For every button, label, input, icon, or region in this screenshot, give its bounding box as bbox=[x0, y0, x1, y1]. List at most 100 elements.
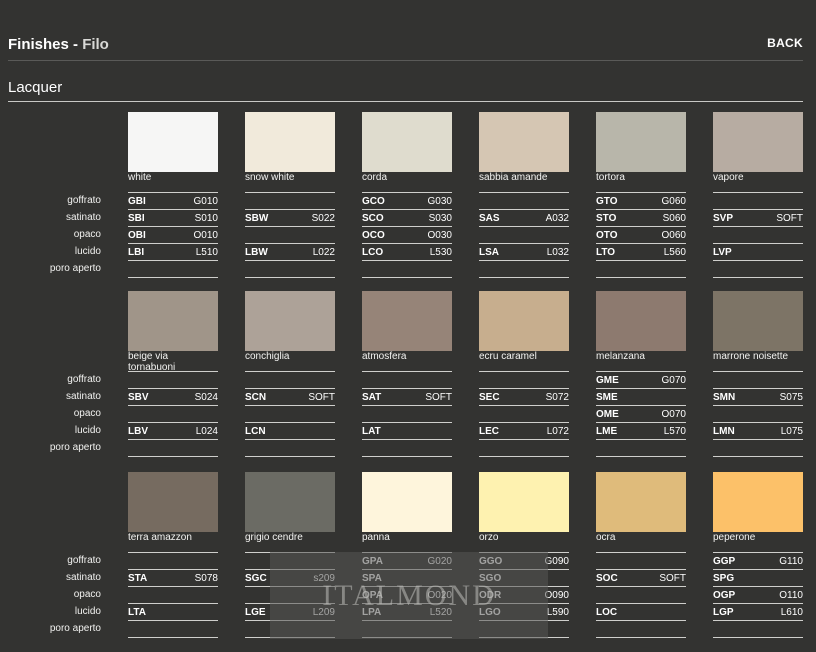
finish-row bbox=[596, 621, 686, 638]
finish-code: OTO bbox=[596, 230, 618, 241]
color-card: ecru caramel SEC S072 LEC L072 bbox=[479, 291, 569, 457]
finish-row: GGP G110 bbox=[713, 553, 803, 570]
finish-row bbox=[245, 440, 335, 457]
finish-code: LTA bbox=[128, 607, 146, 618]
finish-reference: O020 bbox=[427, 590, 452, 601]
finish-label: poro aperto bbox=[49, 263, 101, 274]
color-swatch[interactable] bbox=[362, 112, 452, 172]
color-swatch[interactable] bbox=[128, 112, 218, 172]
color-swatch[interactable] bbox=[362, 291, 452, 351]
finish-row bbox=[713, 193, 803, 210]
finish-row bbox=[245, 406, 335, 423]
finish-reference: S075 bbox=[779, 392, 803, 403]
color-card: atmosfera SAT SOFT LAT bbox=[362, 291, 452, 457]
finish-code: LGP bbox=[713, 607, 734, 618]
finish-code: LGO bbox=[479, 607, 501, 618]
color-swatch[interactable] bbox=[596, 291, 686, 351]
finish-row: LTO L560 bbox=[596, 244, 686, 261]
color-swatch[interactable] bbox=[713, 112, 803, 172]
finish-code: LBV bbox=[128, 426, 148, 437]
finish-code: GGP bbox=[713, 556, 736, 567]
finish-code: LTO bbox=[596, 247, 616, 258]
finish-row: LBI L510 bbox=[128, 244, 218, 261]
finish-code: LVP bbox=[713, 247, 732, 258]
finish-row bbox=[479, 261, 569, 278]
finish-code: SPG bbox=[713, 573, 735, 584]
finish-row bbox=[713, 440, 803, 457]
color-name: conchiglia bbox=[245, 351, 290, 362]
finish-row bbox=[128, 553, 218, 570]
finish-row: LSA L032 bbox=[479, 244, 569, 261]
finish-label: poro aperto bbox=[49, 623, 101, 634]
finish-row: GTO G060 bbox=[596, 193, 686, 210]
color-name: terra amazzon bbox=[128, 532, 192, 543]
finish-row: LMN L075 bbox=[713, 423, 803, 440]
finish-code: SCO bbox=[362, 213, 384, 224]
finish-reference: SOFT bbox=[776, 213, 803, 224]
color-swatch[interactable] bbox=[479, 291, 569, 351]
color-swatch[interactable] bbox=[362, 472, 452, 532]
finish-reference: G010 bbox=[193, 196, 218, 207]
finish-row: SPG bbox=[713, 570, 803, 587]
color-swatch[interactable] bbox=[245, 291, 335, 351]
finish-row bbox=[362, 621, 452, 638]
color-card: orzo GGO G090 SGO ODR O090 LGO L590 bbox=[479, 472, 569, 638]
finish-code: SGO bbox=[479, 573, 502, 584]
color-swatch[interactable] bbox=[245, 112, 335, 172]
finish-row bbox=[128, 440, 218, 457]
finish-reference: S078 bbox=[194, 573, 218, 584]
finish-row: GGO G090 bbox=[479, 553, 569, 570]
finish-code: LCO bbox=[362, 247, 384, 258]
color-swatch[interactable] bbox=[713, 472, 803, 532]
color-swatch[interactable] bbox=[245, 472, 335, 532]
finish-code: LSA bbox=[479, 247, 499, 258]
color-swatch[interactable] bbox=[713, 291, 803, 351]
finish-reference: O090 bbox=[544, 590, 569, 601]
finish-label: satinato bbox=[65, 572, 101, 583]
color-name: grigio cendre bbox=[245, 532, 303, 543]
finish-reference: L610 bbox=[780, 607, 803, 618]
finish-code: STO bbox=[596, 213, 617, 224]
finish-code: LCN bbox=[245, 426, 266, 437]
color-row: goffrato satinato opaco lucido poro aperto be… bbox=[0, 291, 816, 471]
color-swatch[interactable] bbox=[479, 112, 569, 172]
finish-row: OCO O030 bbox=[362, 227, 452, 244]
finish-label: poro aperto bbox=[49, 442, 101, 453]
finish-row: LBV L024 bbox=[128, 423, 218, 440]
finish-row: LTA bbox=[128, 604, 218, 621]
finish-row: LME L570 bbox=[596, 423, 686, 440]
color-card: tortora GTO G060 STO S060 OTO O060 LTO L560 bbox=[596, 112, 686, 278]
color-swatch[interactable] bbox=[479, 472, 569, 532]
finish-label: lucido bbox=[74, 425, 101, 436]
finish-row: SOC SOFT bbox=[596, 570, 686, 587]
color-swatch[interactable] bbox=[596, 112, 686, 172]
finish-code: SBV bbox=[128, 392, 149, 403]
finish-code: SAT bbox=[362, 392, 382, 403]
color-name: ecru caramel bbox=[479, 351, 537, 362]
finish-reference: S022 bbox=[311, 213, 335, 224]
finish-reference: O110 bbox=[779, 590, 803, 601]
color-swatch[interactable] bbox=[128, 291, 218, 351]
finish-code: SBI bbox=[128, 213, 145, 224]
color-swatch[interactable] bbox=[128, 472, 218, 532]
finish-reference: O060 bbox=[661, 230, 686, 241]
finish-reference: G020 bbox=[427, 556, 452, 567]
color-card: vapore SVP SOFT LVP bbox=[713, 112, 803, 278]
color-card: conchiglia SCN SOFT LCN bbox=[245, 291, 335, 457]
finish-row: LGO L590 bbox=[479, 604, 569, 621]
color-name: tortora bbox=[596, 172, 625, 183]
finish-code: OBI bbox=[128, 230, 146, 241]
finish-row: SAT SOFT bbox=[362, 389, 452, 406]
color-name: peperone bbox=[713, 532, 756, 543]
finish-code: SBW bbox=[245, 213, 269, 224]
finish-row bbox=[479, 227, 569, 244]
finish-row: OPA O020 bbox=[362, 587, 452, 604]
finish-reference: G110 bbox=[779, 556, 803, 567]
finish-row bbox=[245, 553, 335, 570]
color-swatch[interactable] bbox=[596, 472, 686, 532]
finish-row bbox=[245, 193, 335, 210]
finish-code: STA bbox=[128, 573, 148, 584]
back-button[interactable]: BACK bbox=[767, 36, 803, 50]
finish-row: SCN SOFT bbox=[245, 389, 335, 406]
finish-row: SBI S010 bbox=[128, 210, 218, 227]
